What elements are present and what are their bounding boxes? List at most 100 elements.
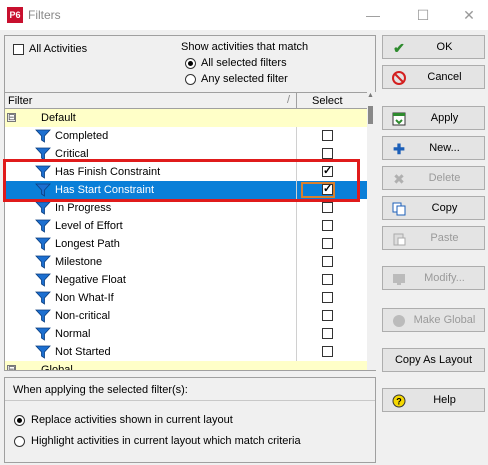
scroll-up-arrow-icon[interactable]: ▲ [367, 92, 374, 99]
title-bar: P6 Filters — ☐ ✕ [0, 0, 488, 30]
select-cell[interactable] [296, 271, 356, 289]
filter-row[interactable]: Has Start Constraint [5, 181, 367, 199]
collapse-icon[interactable]: ⊟ [7, 113, 16, 122]
group-label: Global [41, 364, 73, 370]
filter-row[interactable]: Critical [5, 145, 367, 163]
filter-name: Non-critical [55, 310, 111, 322]
select-checkbox[interactable] [322, 164, 333, 177]
select-checkbox[interactable] [322, 346, 333, 357]
divider [5, 400, 375, 401]
show-match-label: Show activities that match [181, 41, 309, 53]
select-cell[interactable] [296, 235, 356, 253]
select-cell[interactable] [296, 181, 356, 199]
select-cell[interactable] [296, 163, 356, 181]
delete-button[interactable]: ✖ Delete [382, 166, 485, 190]
check-icon: ✔ [393, 39, 405, 56]
select-cell[interactable] [296, 127, 356, 145]
filter-row[interactable]: Not Started [5, 343, 367, 361]
funnel-icon [35, 273, 51, 287]
apply-mode-title: When applying the selected filter(s): [13, 384, 188, 396]
delete-label: Delete [428, 172, 461, 184]
new-label: New... [429, 142, 460, 154]
scrollbar-thumb[interactable] [368, 106, 373, 124]
paste-icon [391, 231, 407, 247]
filter-name: Level of Effort [55, 220, 123, 232]
make-global-button[interactable]: Make Global [382, 308, 485, 332]
filter-name: Normal [55, 328, 91, 340]
replace-activities-radio[interactable] [14, 415, 25, 426]
globe-icon [391, 313, 407, 329]
filter-row[interactable]: Non-critical [5, 307, 367, 325]
select-checkbox[interactable] [322, 256, 333, 267]
select-cell[interactable] [296, 145, 356, 163]
select-checkbox[interactable] [322, 182, 333, 195]
grid-scrollbar[interactable]: ▲ [367, 92, 376, 370]
filter-name: In Progress [55, 202, 112, 214]
all-selected-filters-radio[interactable] [185, 58, 196, 69]
filter-row[interactable]: Non What-If [5, 289, 367, 307]
apply-button[interactable]: Apply [382, 106, 485, 130]
filter-row[interactable]: In Progress [5, 199, 367, 217]
sort-indicator-icon: / [287, 94, 291, 106]
copy-button[interactable]: Copy [382, 196, 485, 220]
minimize-button[interactable]: — [350, 0, 396, 30]
select-checkbox[interactable] [322, 130, 333, 141]
all-selected-filters-label: All selected filters [201, 57, 287, 69]
make-global-label: Make Global [413, 314, 476, 326]
select-cell[interactable] [296, 199, 356, 217]
filter-row[interactable]: Has Finish Constraint [5, 163, 367, 181]
filter-name: Longest Path [55, 238, 120, 250]
paste-button[interactable]: Paste [382, 226, 485, 250]
select-cell[interactable] [296, 307, 356, 325]
highlight-activities-radio[interactable] [14, 436, 25, 447]
modify-button[interactable]: Modify... [382, 266, 485, 290]
select-cell[interactable] [296, 289, 356, 307]
collapse-icon[interactable]: ⊟ [7, 365, 16, 370]
p6-logo-icon: P6 [7, 7, 23, 23]
select-column-header[interactable]: Select [312, 95, 343, 107]
cancel-button[interactable]: Cancel [382, 65, 485, 89]
select-checkbox[interactable] [322, 328, 333, 339]
select-checkbox[interactable] [322, 220, 333, 231]
maximize-button[interactable]: ☐ [400, 0, 446, 30]
apply-mode-panel: When applying the selected filter(s): Re… [4, 377, 376, 463]
filter-name: Milestone [55, 256, 103, 268]
select-checkbox[interactable] [322, 310, 333, 321]
new-button[interactable]: ✚ New... [382, 136, 485, 160]
all-activities-checkbox[interactable] [13, 44, 24, 55]
select-checkbox[interactable] [322, 274, 333, 285]
ok-button[interactable]: ✔ OK [382, 35, 485, 59]
close-button[interactable]: ✕ [446, 0, 488, 30]
group-row[interactable]: ⊟ Global [5, 361, 367, 370]
filter-column-header[interactable]: Filter [8, 95, 32, 107]
any-selected-filter-radio[interactable] [185, 74, 196, 85]
select-cell[interactable] [296, 343, 356, 361]
grid-header: Filter / Select [5, 93, 367, 109]
ok-label: OK [436, 41, 453, 53]
select-cell[interactable] [296, 325, 356, 343]
filter-row[interactable]: Completed [5, 127, 367, 145]
select-cell[interactable] [296, 217, 356, 235]
replace-activities-label: Replace activities shown in current layo… [31, 414, 233, 426]
filter-row[interactable]: Longest Path [5, 235, 367, 253]
modify-icon [391, 271, 407, 287]
filter-row[interactable]: Normal [5, 325, 367, 343]
filter-row[interactable]: Milestone [5, 253, 367, 271]
select-checkbox[interactable] [322, 238, 333, 249]
filter-row[interactable]: Level of Effort [5, 217, 367, 235]
select-cell[interactable] [296, 253, 356, 271]
svg-text:?: ? [396, 397, 402, 407]
paste-label: Paste [430, 232, 459, 244]
filter-row[interactable]: Negative Float [5, 271, 367, 289]
funnel-icon [35, 237, 51, 251]
cancel-label: Cancel [427, 71, 462, 83]
funnel-icon [35, 327, 51, 341]
column-divider[interactable] [296, 93, 297, 109]
select-checkbox[interactable] [322, 202, 333, 213]
group-row[interactable]: ⊟ Default [5, 109, 367, 127]
help-button[interactable]: ? Help [382, 388, 485, 412]
select-checkbox[interactable] [322, 292, 333, 303]
copy-as-layout-button[interactable]: Copy As Layout [382, 348, 485, 372]
select-checkbox[interactable] [322, 148, 333, 159]
x-icon: ✖ [393, 170, 405, 187]
